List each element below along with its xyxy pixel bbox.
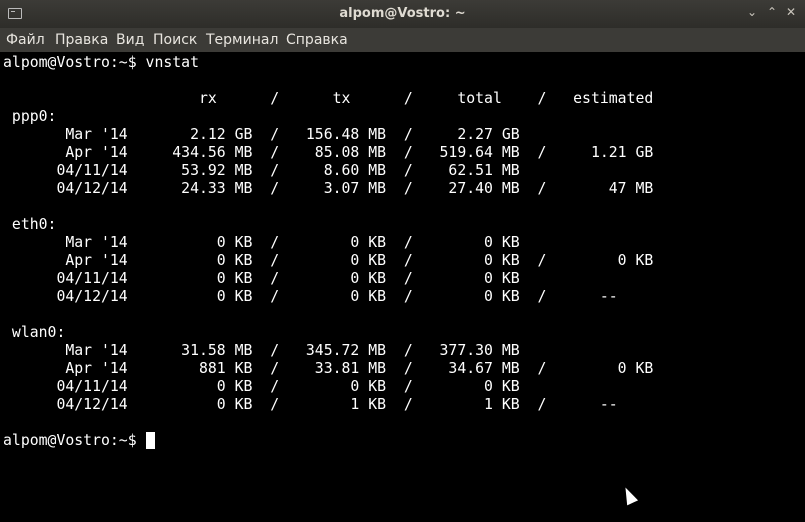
- terminal-line: Mar '14 31.58 MB / 345.72 MB / 377.30 MB: [3, 342, 520, 359]
- terminal-line: eth0:: [3, 216, 57, 233]
- terminal-line: 04/11/14 0 KB / 0 KB / 0 KB: [3, 378, 520, 395]
- maximize-icon[interactable]: ⌃: [767, 5, 777, 19]
- terminal-line: Apr '14 0 KB / 0 KB / 0 KB / 0 KB: [3, 252, 654, 269]
- terminal-line: rx / tx / total / estimated: [3, 90, 654, 107]
- menu-help[interactable]: Справка: [286, 32, 348, 48]
- terminal-output[interactable]: alpom@Vostro:~$ vnstat rx / tx / total /…: [0, 52, 805, 522]
- terminal-line: 04/12/14 0 KB / 1 KB / 1 KB / --: [3, 396, 618, 413]
- terminal-line: Apr '14 434.56 MB / 85.08 MB / 519.64 MB…: [3, 144, 654, 161]
- terminal-line: 04/12/14 24.33 MB / 3.07 MB / 27.40 MB /…: [3, 180, 654, 197]
- terminal-line: Mar '14 2.12 GB / 156.48 MB / 2.27 GB: [3, 126, 520, 143]
- text-cursor: [145, 432, 155, 449]
- terminal-line: Mar '14 0 KB / 0 KB / 0 KB: [3, 234, 520, 251]
- terminal-prompt: alpom@Vostro:~$: [3, 432, 146, 449]
- terminal-line: ppp0:: [3, 108, 57, 125]
- window-title: alpom@Vostro: ~: [339, 6, 466, 21]
- terminal-line: alpom@Vostro:~$ vnstat: [3, 54, 199, 71]
- terminal-line: wlan0:: [3, 324, 66, 341]
- terminal-line: 04/11/14 53.92 MB / 8.60 MB / 62.51 MB: [3, 162, 520, 179]
- window-titlebar[interactable]: alpom@Vostro: ~ ⌄ ⌃ ✕: [0, 0, 805, 28]
- terminal-prompt-line[interactable]: alpom@Vostro:~$: [3, 432, 155, 450]
- terminal-line: 04/12/14 0 KB / 0 KB / 0 KB / --: [3, 288, 618, 305]
- menu-terminal[interactable]: Терминал: [206, 32, 278, 48]
- menu-search[interactable]: Поиск: [153, 32, 197, 48]
- menu-bar: Файл Правка Вид Поиск Терминал Справка: [0, 28, 805, 52]
- close-icon[interactable]: ✕: [786, 5, 796, 19]
- terminal-line: Apr '14 881 KB / 33.81 MB / 34.67 MB / 0…: [3, 360, 654, 377]
- menu-view[interactable]: Вид: [116, 32, 144, 48]
- minimize-icon[interactable]: ⌄: [747, 5, 757, 19]
- menu-edit[interactable]: Правка: [55, 32, 108, 48]
- menu-file[interactable]: Файл: [6, 32, 45, 48]
- terminal-line: 04/11/14 0 KB / 0 KB / 0 KB: [3, 270, 520, 287]
